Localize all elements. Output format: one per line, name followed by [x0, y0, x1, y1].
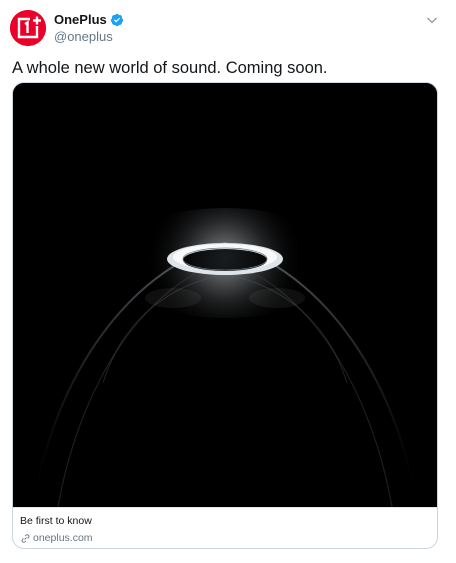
tweet-text: A whole new world of sound. Coming soon.	[12, 59, 328, 77]
tweet-header: OnePlus @oneplus	[10, 10, 444, 46]
author-handle[interactable]: @oneplus	[54, 29, 124, 45]
card-link-row[interactable]: oneplus.com	[20, 531, 430, 545]
avatar[interactable]	[10, 10, 46, 46]
display-name-row: OnePlus	[54, 11, 124, 29]
chevron-down-icon[interactable]	[424, 12, 440, 28]
link-icon	[21, 533, 30, 543]
card-domain[interactable]: oneplus.com	[33, 532, 93, 545]
card-info[interactable]: Be first to know oneplus.com	[13, 507, 437, 548]
verified-badge-icon	[110, 13, 123, 27]
author-display-name[interactable]: OnePlus	[54, 11, 107, 29]
card-image[interactable]	[13, 83, 437, 508]
earbud-teaser-image	[13, 83, 437, 508]
tweet: OnePlus @oneplus A whole new world of so…	[0, 0, 456, 563]
card-title[interactable]: Be first to know	[20, 515, 430, 528]
author-names: OnePlus @oneplus	[54, 11, 124, 45]
link-card[interactable]: Be first to know oneplus.com	[12, 82, 438, 549]
oneplus-logo-icon	[10, 10, 46, 46]
